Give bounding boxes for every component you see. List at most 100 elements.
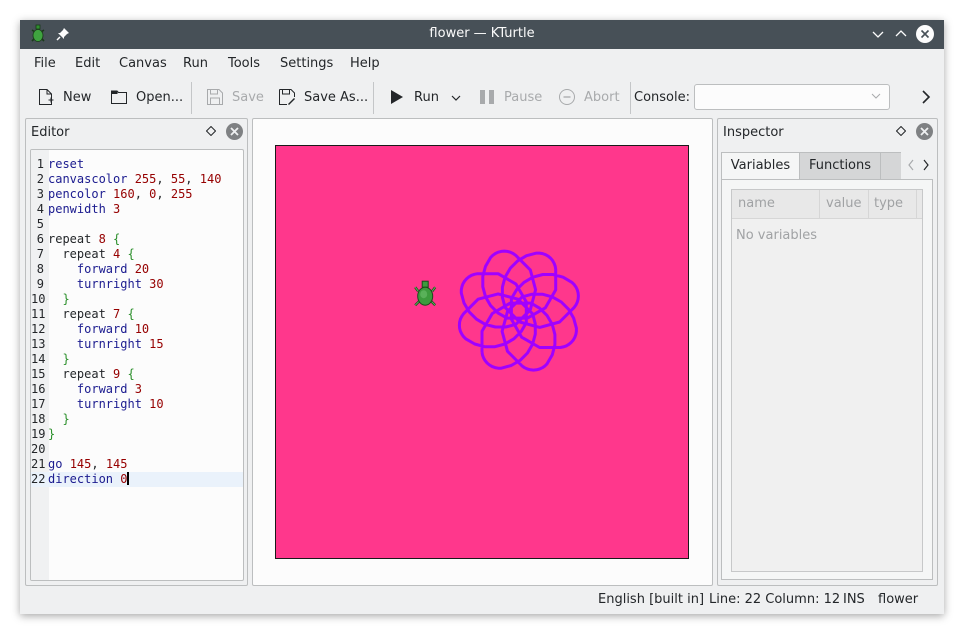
code-line[interactable]: 19} [31,427,243,442]
save-icon [207,89,223,105]
column-type[interactable]: type [874,196,903,211]
tab-scroll-left-icon[interactable] [906,159,916,171]
code-token: repeat [48,232,99,246]
open-button[interactable]: Open... [110,85,183,109]
pause-button[interactable]: Pause [478,85,542,109]
save-button[interactable]: Save [206,85,264,109]
code-line[interactable]: 13 turnright 15 [31,337,243,352]
code-line[interactable]: 3 pencolor 160, 0, 255 [31,187,243,202]
menu-help[interactable]: Help [350,56,380,71]
menu-run[interactable]: Run [183,56,208,71]
code-line[interactable]: 7 repeat 4 { [31,247,243,262]
code-line[interactable]: 5 [31,217,243,232]
new-button[interactable]: New [37,85,91,109]
menu-canvas[interactable]: Canvas [119,56,167,71]
maximize-icon[interactable] [893,26,909,42]
column-value[interactable]: value [826,196,862,211]
code-line[interactable]: 20 [31,442,243,457]
code-token: 0 [120,472,128,486]
code-token: 140 [199,172,222,186]
tab-functions[interactable]: Functions [800,152,881,180]
line-number: 8 [36,262,44,276]
code-line[interactable]: 10 } [31,292,243,307]
line-number: 15 [31,367,46,381]
code-token: repeat [48,367,114,381]
menu-edit[interactable]: Edit [75,56,100,71]
line-number: 22 [31,472,46,486]
line-number: 16 [31,382,46,396]
code-line[interactable]: 12 forward 10 [31,322,243,337]
toolbar-overflow-icon[interactable] [920,89,932,105]
line-number: 4 [36,202,44,216]
code-line[interactable]: 22 direction 0 [31,472,243,487]
code-token: , [91,457,106,471]
code-line[interactable]: 15 repeat 9 { [31,367,243,382]
menu-file[interactable]: File [34,56,56,71]
code-token: 8 [98,232,106,246]
run-label: Run [414,89,439,105]
code-token: pencolor [48,187,114,201]
code-token: { [127,367,135,381]
column-separator [868,190,869,218]
tab-scroll-right-icon[interactable] [921,159,931,171]
close-window-icon[interactable] [916,25,934,43]
line-number: 19 [31,427,46,441]
code-line[interactable]: 9 turnright 30 [31,277,243,292]
code-token: } [62,412,70,426]
empty-variables-text: No variables [736,228,818,243]
line-number: 18 [31,412,46,426]
save-as-button[interactable]: Save As... [278,85,368,109]
open-label: Open... [136,89,184,105]
menu-tools[interactable]: Tools [228,56,260,71]
abort-button[interactable]: Abort [558,85,620,109]
float-dock-icon[interactable] [206,126,216,136]
close-dock-icon[interactable] [916,123,933,140]
code-token: , [156,187,171,201]
line-number: 5 [36,217,44,231]
run-button[interactable]: Run [388,85,439,109]
close-dock-icon[interactable] [226,123,243,140]
code-token: 20 [134,262,150,276]
code-area[interactable]: 1 reset 2 canvascolor 255, 55, 140 3 pencolor… [31,157,243,487]
code-editor[interactable]: 1 reset 2 canvascolor 255, 55, 140 3 pencolor… [30,149,244,581]
column-separator [916,190,917,218]
code-token: } [62,292,70,306]
variables-table[interactable]: name value type No variables [731,189,923,572]
code-line[interactable]: 4 penwidth 3 [31,202,243,217]
turtle-canvas[interactable] [253,119,714,587]
save-label: Save [232,89,264,105]
code-line[interactable]: 17 turnright 10 [31,397,243,412]
run-speed-dropdown-icon[interactable] [450,92,462,104]
filename-status: flower [878,592,919,607]
code-token: direction [48,472,121,486]
title-bar: flower — KTurtle [20,20,944,49]
table-header: name value type [732,190,922,219]
code-line[interactable]: 21 go 145, 145 [31,457,243,472]
console-input[interactable] [694,84,890,110]
code-token: penwidth [48,202,114,216]
line-number: 7 [36,247,44,261]
code-token: turnright [48,337,150,351]
minimize-icon[interactable] [870,26,886,42]
window-title: flower — KTurtle [429,26,535,41]
code-token: 255 [134,172,157,186]
menu-settings[interactable]: Settings [280,56,333,71]
float-dock-icon[interactable] [896,126,906,136]
code-line[interactable]: 16 forward 3 [31,382,243,397]
code-token: { [127,247,135,261]
code-token: 255 [170,187,193,201]
chevron-down-icon[interactable] [871,91,881,101]
code-line[interactable]: 14 } [31,352,243,367]
column-name[interactable]: name [738,196,775,211]
language-status[interactable]: English [built in] [598,592,704,607]
insert-mode-status: INS [843,592,865,607]
code-line[interactable]: 11 repeat 7 { [31,307,243,322]
code-token: canvascolor [48,172,135,186]
code-line[interactable]: 8 forward 20 [31,262,243,277]
code-line[interactable]: 18 } [31,412,243,427]
code-line[interactable]: 2 canvascolor 255, 55, 140 [31,172,243,187]
code-line[interactable]: 1 reset [31,157,243,172]
new-label: New [63,89,92,105]
code-line[interactable]: 6 repeat 8 { [31,232,243,247]
tab-variables[interactable]: Variables [721,152,800,180]
